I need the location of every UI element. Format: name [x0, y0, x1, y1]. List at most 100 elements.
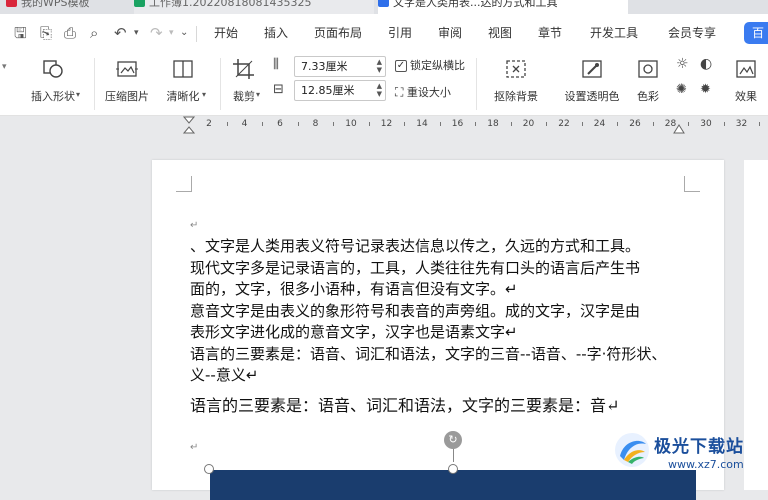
height-spinner[interactable]: ▲ ▼ [377, 82, 382, 98]
text-line-5[interactable]: 表形文字进化成的意音文字，汉字也是语素文字↵ [190, 322, 518, 342]
print-icon[interactable]: ⎙ [64, 24, 76, 42]
crop-dropdown-icon[interactable]: ▾ [256, 90, 260, 99]
text-line-4[interactable]: 意音文字是由表义的象形符号和表音的声旁组。成的文字，汉字是由 [190, 301, 640, 321]
checkbox-check-icon: ✓ [395, 60, 407, 72]
customize-dropdown-icon[interactable]: ⌄ [180, 24, 188, 42]
tab-label: 工作簿1.20220818081435325 [149, 0, 312, 9]
ruler-number: 26 [629, 119, 641, 129]
ribbon-divider [220, 58, 221, 110]
redo-icon[interactable]: ↷ [150, 24, 163, 42]
text-line-6[interactable]: 语言的三要素是：语音、词汇和语法，文字的三音--语音、--字·符形状、 [190, 344, 666, 364]
width-value: 7.33厘米 [301, 60, 348, 73]
ruler-tick [404, 122, 406, 126]
menu-developer[interactable]: 开发工具 [590, 25, 638, 41]
remove-background-label: 抠除背景 [494, 90, 538, 103]
remove-background-button[interactable]: 抠除背景 [488, 58, 544, 104]
ruler-number: 2 [206, 119, 212, 129]
ruler-number: 22 [558, 119, 570, 129]
menu-divider [196, 26, 197, 42]
right-indent-marker-icon[interactable] [673, 124, 685, 134]
ruler-number: 24 [593, 119, 606, 129]
wps-icon [6, 0, 17, 7]
text-line-serif[interactable]: 语言的三要素是：语音、词汇和语法，文字的三要素是：音↵ [190, 396, 619, 416]
save-icon[interactable]: 🖫 [14, 24, 27, 42]
site-watermark: 极光下载站 www.xz7.com [612, 428, 762, 478]
text-line-3[interactable]: 面的，文字，很多小语种，有语言但没有文字。↵ [190, 279, 518, 299]
ruler-tick [581, 122, 583, 126]
insert-shape-dropdown-icon[interactable]: ▾ [76, 90, 80, 99]
set-transparent-label: 设置透明色 [564, 90, 620, 103]
remove-background-icon [504, 58, 528, 80]
ruler-number: 12 [380, 119, 393, 129]
sharpen-label: 清晰化 [166, 90, 200, 103]
ruler-tick [439, 122, 441, 126]
tab-document-active[interactable]: 文字是人类用表...达的方式和工具 [378, 0, 628, 14]
height-input[interactable]: 12.85厘米 ▲ ▼ [294, 80, 386, 101]
ruler-number: 14 [416, 119, 428, 129]
ruler-tick [475, 122, 477, 126]
watermark-title: 极光下载站 [654, 437, 744, 457]
menu-insert[interactable]: 插入 [264, 25, 288, 41]
reset-size-icon: ⛶ [395, 85, 404, 99]
reset-size-button[interactable]: ⛶ 重设大小 [395, 85, 451, 100]
ruler-scale: 2 4 6 8 10 12 14 16 18 20 22 24 26 28 30 32 [160, 116, 761, 134]
lock-aspect-ratio-checkbox[interactable]: ✓ 锁定纵横比 [395, 59, 465, 73]
menu-vip[interactable]: 会员专享 [668, 25, 716, 41]
transparent-color-icon [580, 58, 604, 80]
width-spinner[interactable]: ▲ ▼ [377, 58, 382, 74]
compress-picture-button[interactable]: 压缩图片 [100, 58, 154, 104]
sharpen-icon [171, 58, 195, 80]
margin-corner-top-left [176, 176, 192, 192]
ruler-tick [262, 122, 264, 126]
menu-references[interactable]: 引用 [388, 25, 412, 41]
doc-icon [378, 0, 389, 7]
vip-button[interactable]: 百 [744, 22, 768, 44]
menu-review[interactable]: 审阅 [438, 25, 462, 41]
width-input[interactable]: 7.33厘米 ▲ ▼ [294, 56, 386, 77]
tab-wps-templates[interactable]: 我的WPS模板 [6, 0, 126, 14]
redo-dropdown-icon[interactable]: ▾ [169, 24, 174, 42]
indent-marker-icon[interactable] [183, 116, 195, 134]
contrast-decrease-icon[interactable]: ✹ [700, 82, 711, 97]
text-line-1[interactable]: 、文字是人类用表义符号记录表达信息以传之，久远的方式和工具。 [190, 236, 640, 256]
ruler-tick [546, 122, 548, 126]
color-icon [636, 58, 660, 80]
resize-handle-top-center[interactable] [448, 464, 458, 474]
effects-button[interactable]: 效果 [728, 58, 764, 104]
ruler-tick [759, 122, 761, 126]
sharpen-button[interactable]: 清晰化 [158, 58, 208, 104]
margin-corner-top-right [684, 176, 700, 192]
ruler-tick [652, 122, 654, 126]
watermark-url: www.xz7.com [668, 458, 744, 471]
paragraph-mark: ↵ [190, 220, 199, 231]
menu-view[interactable]: 视图 [488, 25, 512, 41]
menu-page-layout[interactable]: 页面布局 [314, 25, 362, 41]
color-button[interactable]: 色彩 [628, 58, 668, 104]
print-preview-icon[interactable]: ⌕ [90, 24, 98, 42]
text-line-7[interactable]: 义--意义↵ [190, 365, 258, 385]
ruler-number: 32 [735, 119, 748, 129]
text-line-2[interactable]: 现代文字多是记录语言的，工具，人类往往先有口头的语言后产生书 [190, 258, 640, 278]
rotate-handle-icon[interactable]: ↻ [444, 431, 462, 449]
menu-home[interactable]: 开始 [214, 25, 238, 41]
crop-icon [232, 58, 256, 80]
undo-icon[interactable]: ↶ [114, 24, 127, 42]
overflow-arrow-icon[interactable]: ▾ [2, 62, 7, 72]
export-pdf-icon[interactable]: ⎘ [40, 24, 52, 42]
ruler-tick [688, 122, 690, 126]
brightness-decrease-icon[interactable]: ◐ [700, 56, 712, 72]
contrast-increase-icon[interactable]: ✺ [676, 82, 687, 97]
undo-dropdown-icon[interactable]: ▾ [134, 24, 139, 42]
ruler-number: 8 [312, 119, 319, 129]
resize-handle-top-left[interactable] [204, 464, 214, 474]
ruler-tick [297, 122, 299, 126]
ruler-number: 30 [700, 119, 712, 129]
menu-chapter[interactable]: 章节 [538, 25, 562, 41]
ruler-number: 6 [277, 119, 283, 129]
tab-workbook[interactable]: 工作簿1.20220818081435325 [134, 0, 374, 14]
reset-size-label: 重设大小 [406, 86, 451, 99]
compress-icon [115, 58, 139, 80]
brightness-increase-icon[interactable]: ☼ [676, 56, 689, 72]
sharpen-dropdown-icon[interactable]: ▾ [202, 90, 206, 99]
set-transparent-button[interactable]: 设置透明色 [556, 58, 628, 104]
